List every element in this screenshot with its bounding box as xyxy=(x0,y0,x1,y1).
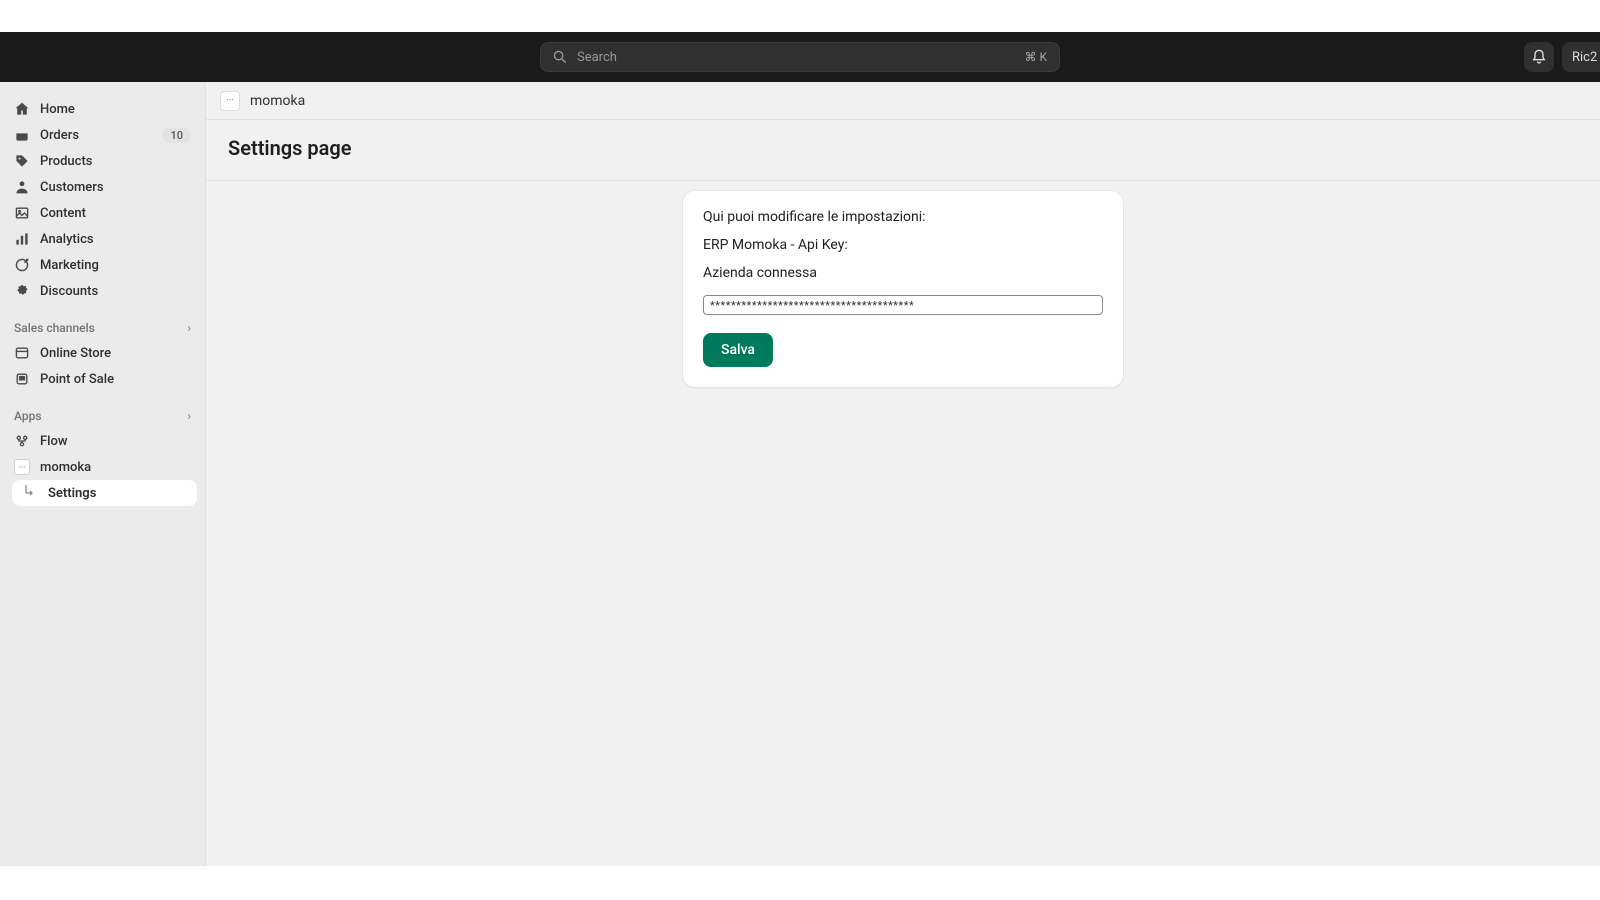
main-area: Home Orders 10 Products Customers Conten… xyxy=(0,82,1600,866)
bell-icon xyxy=(1531,49,1547,65)
analytics-icon xyxy=(14,231,30,247)
sidebar-item-label: Marketing xyxy=(40,258,191,273)
search-shortcut: ⌘ K xyxy=(1024,50,1047,64)
user-label: Ric2 xyxy=(1572,50,1597,65)
chevron-right-icon: › xyxy=(187,321,191,335)
sidebar-item-label: momoka xyxy=(40,460,191,475)
sidebar-item-label: Products xyxy=(40,154,191,169)
app-icon: ··· xyxy=(220,91,240,111)
page-title: Settings page xyxy=(206,120,1600,181)
sidebar: Home Orders 10 Products Customers Conten… xyxy=(0,82,205,866)
sidebar-subitem-settings[interactable]: Settings xyxy=(12,480,197,506)
discount-icon xyxy=(14,283,30,299)
search-icon xyxy=(553,50,567,64)
api-key-label: ERP Momoka - Api Key: xyxy=(703,237,1103,253)
section-label: Sales channels xyxy=(14,321,95,335)
sidebar-subitem-label: Settings xyxy=(48,486,96,501)
image-icon xyxy=(14,205,30,221)
breadcrumb: ··· momoka xyxy=(206,82,1600,120)
sidebar-item-orders[interactable]: Orders 10 xyxy=(8,122,197,148)
tree-branch-icon xyxy=(22,485,38,501)
pos-icon xyxy=(14,371,30,387)
search-input[interactable]: Search ⌘ K xyxy=(540,42,1060,72)
sidebar-item-label: Discounts xyxy=(40,284,191,299)
sidebar-item-label: Orders xyxy=(40,128,152,143)
sidebar-item-online-store[interactable]: Online Store xyxy=(8,340,197,366)
sidebar-item-analytics[interactable]: Analytics xyxy=(8,226,197,252)
bottom-spacer xyxy=(0,866,1600,900)
sidebar-item-label: Online Store xyxy=(40,346,191,361)
momoka-icon: ··· xyxy=(14,459,30,475)
home-icon xyxy=(14,101,30,117)
sidebar-item-marketing[interactable]: Marketing xyxy=(8,252,197,278)
sidebar-item-flow[interactable]: Flow xyxy=(8,428,197,454)
sidebar-item-momoka[interactable]: ··· momoka xyxy=(8,454,197,480)
section-apps[interactable]: Apps › xyxy=(8,404,197,428)
section-sales-channels[interactable]: Sales channels › xyxy=(8,316,197,340)
section-label: Apps xyxy=(14,409,42,423)
sidebar-item-content[interactable]: Content xyxy=(8,200,197,226)
settings-card: Qui puoi modificare le impostazioni: ERP… xyxy=(683,191,1123,387)
settings-intro: Qui puoi modificare le impostazioni: xyxy=(703,209,1103,225)
sidebar-item-label: Content xyxy=(40,206,191,221)
store-icon xyxy=(14,345,30,361)
sidebar-item-customers[interactable]: Customers xyxy=(8,174,197,200)
sidebar-item-label: Customers xyxy=(40,180,191,195)
company-label: Azienda connessa xyxy=(703,265,1103,281)
chevron-right-icon: › xyxy=(187,409,191,423)
sidebar-item-products[interactable]: Products xyxy=(8,148,197,174)
content: ··· momoka Settings page Qui puoi modifi… xyxy=(205,82,1600,866)
sidebar-item-home[interactable]: Home xyxy=(8,96,197,122)
topbar-right: Ric2 xyxy=(1524,42,1600,72)
orders-badge: 10 xyxy=(162,128,191,143)
target-icon xyxy=(14,257,30,273)
notifications-button[interactable] xyxy=(1524,42,1554,72)
flow-icon xyxy=(14,433,30,449)
user-menu[interactable]: Ric2 xyxy=(1562,42,1600,72)
card-container: Qui puoi modificare le impostazioni: ERP… xyxy=(206,181,1600,387)
save-button[interactable]: Salva xyxy=(703,333,773,367)
orders-icon xyxy=(14,127,30,143)
sidebar-item-label: Home xyxy=(40,102,191,117)
api-key-input[interactable] xyxy=(703,295,1103,315)
sidebar-item-label: Flow xyxy=(40,434,191,449)
sidebar-item-pos[interactable]: Point of Sale xyxy=(8,366,197,392)
sidebar-item-label: Analytics xyxy=(40,232,191,247)
sidebar-item-label: Point of Sale xyxy=(40,372,191,387)
topbar: Search ⌘ K Ric2 xyxy=(0,32,1600,82)
breadcrumb-label: momoka xyxy=(250,93,305,109)
search-placeholder: Search xyxy=(577,50,1024,65)
tag-icon xyxy=(14,153,30,169)
sidebar-item-discounts[interactable]: Discounts xyxy=(8,278,197,304)
person-icon xyxy=(14,179,30,195)
